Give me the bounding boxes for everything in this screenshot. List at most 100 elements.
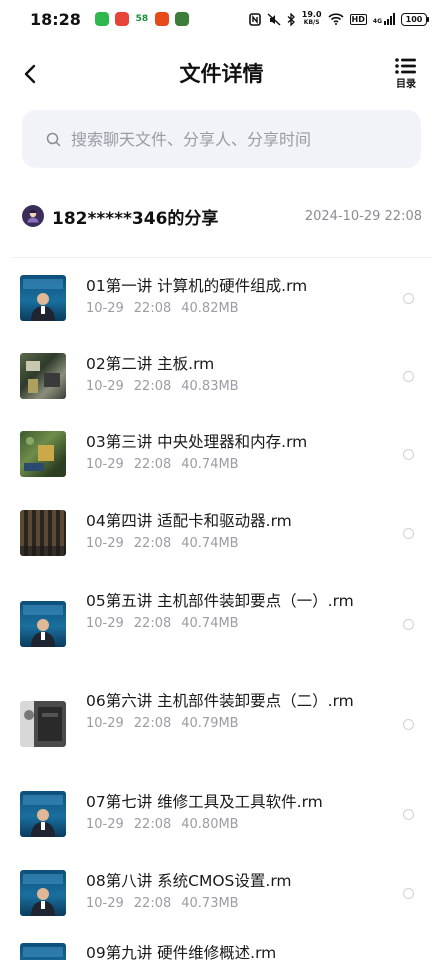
file-date: 10-29 <box>86 457 124 472</box>
avatar[interactable] <box>22 205 44 227</box>
table-of-contents-button[interactable]: 目录 <box>391 58 421 94</box>
file-thumbnail <box>20 870 66 916</box>
file-time: 22:08 <box>133 716 172 731</box>
file-time: 22:08 <box>133 301 172 316</box>
file-time: 22:08 <box>133 616 172 631</box>
select-radio[interactable] <box>403 809 414 820</box>
file-size: 40.74MB <box>181 616 239 631</box>
wechat-icon <box>94 12 109 26</box>
file-name: 06第六讲 主机部件装卸要点（二）.rm <box>86 692 354 710</box>
file-name: 02第二讲 主板.rm <box>86 355 215 373</box>
file-meta: 10-29 22:08 40.83MB <box>86 379 376 394</box>
network-speed: 19.0 KB/S <box>302 11 322 27</box>
file-text: 05第五讲 主机部件装卸要点（一）.rm 10-29 22:08 40.74MB <box>86 590 376 631</box>
file-thumbnail <box>20 601 66 647</box>
select-radio[interactable] <box>403 449 414 460</box>
select-radio[interactable] <box>403 888 414 899</box>
file-date: 10-29 <box>86 616 124 631</box>
file-thumbnail <box>20 943 66 960</box>
user-avatar-icon <box>27 209 39 223</box>
file-size: 40.73MB <box>181 896 239 911</box>
share-timestamp: 2024-10-29 22:08 <box>304 208 422 224</box>
wifi-icon <box>327 13 344 25</box>
file-meta: 10-29 22:08 40.73MB <box>86 896 376 911</box>
file-date: 10-29 <box>86 536 124 551</box>
file-item[interactable]: 02第二讲 主板.rm 10-29 22:08 40.83MB <box>0 340 443 418</box>
file-meta: 10-29 22:08 40.74MB <box>86 536 376 551</box>
chevron-left-icon <box>24 64 36 84</box>
file-time: 22:08 <box>133 457 172 472</box>
search-input[interactable] <box>71 129 391 149</box>
cellular-signal-icon: 4G <box>373 13 395 25</box>
page-title: 文件详情 <box>179 62 264 86</box>
file-thumbnail <box>20 431 66 477</box>
file-text: 01第一讲 计算机的硬件组成.rm 10-29 22:08 40.82MB <box>86 275 376 316</box>
game-app-icon <box>174 12 189 26</box>
file-date: 10-29 <box>86 716 124 731</box>
select-radio[interactable] <box>403 528 414 539</box>
file-date: 10-29 <box>86 817 124 832</box>
file-time: 22:08 <box>133 896 172 911</box>
nfc-icon <box>248 12 261 26</box>
file-date: 10-29 <box>86 379 124 394</box>
header: 文件详情 目录 <box>0 46 443 102</box>
file-text: 03第三讲 中央处理器和内存.rm 10-29 22:08 40.74MB <box>86 431 376 472</box>
list-icon <box>395 58 416 74</box>
sharer-name: 182*****346的分享 <box>52 208 219 229</box>
file-size: 40.83MB <box>181 379 239 394</box>
status-app-icons: 58 <box>94 12 189 26</box>
file-meta: 10-29 22:08 40.79MB <box>86 716 376 731</box>
cellular-type-label: 4G <box>372 18 382 25</box>
select-radio[interactable] <box>403 293 414 304</box>
file-list: 01第一讲 计算机的硬件组成.rm 10-29 22:08 40.82MB 02第二… <box>0 262 443 960</box>
file-meta: 10-29 22:08 40.80MB <box>86 817 376 832</box>
file-time: 22:08 <box>133 817 172 832</box>
status-bar: 18:28 58 19.0 KB/S HD 4G 100 <box>0 0 443 38</box>
file-item[interactable]: 04第四讲 适配卡和驱动器.rm 10-29 22:08 40.74MB <box>0 497 443 577</box>
file-name: 04第四讲 适配卡和驱动器.rm <box>86 512 292 530</box>
search-bar[interactable] <box>22 110 421 168</box>
status-time: 18:28 <box>30 9 81 29</box>
file-thumbnail <box>20 701 66 747</box>
file-time: 22:08 <box>133 379 172 394</box>
file-size: 40.82MB <box>181 301 239 316</box>
file-size: 40.74MB <box>181 457 239 472</box>
network-speed-value: 19.0 <box>301 10 322 19</box>
file-meta: 10-29 22:08 40.82MB <box>86 301 376 316</box>
file-size: 40.74MB <box>181 536 239 551</box>
app-58-icon: 58 <box>134 12 149 26</box>
file-name: 09第九讲 硬件维修概述.rm <box>86 944 277 960</box>
file-item[interactable]: 08第八讲 系统CMOS设置.rm 10-29 22:08 40.73MB <box>0 857 443 936</box>
file-size: 40.79MB <box>181 716 239 731</box>
file-item[interactable]: 07第七讲 维修工具及工具软件.rm 10-29 22:08 40.80MB <box>0 778 443 857</box>
search-icon <box>46 132 61 146</box>
select-radio[interactable] <box>403 371 414 382</box>
file-item[interactable]: 05第五讲 主机部件装卸要点（一）.rm 10-29 22:08 40.74MB <box>0 577 443 677</box>
file-name: 01第一讲 计算机的硬件组成.rm <box>86 277 308 295</box>
news-app-icon <box>114 12 129 26</box>
file-item[interactable]: 03第三讲 中央处理器和内存.rm 10-29 22:08 40.74MB <box>0 418 443 497</box>
file-text: 09第九讲 硬件维修概述.rm <box>86 942 376 960</box>
network-speed-unit: KB/S <box>303 19 320 26</box>
file-name: 03第三讲 中央处理器和内存.rm <box>86 433 308 451</box>
file-name: 05第五讲 主机部件装卸要点（一）.rm <box>86 592 354 610</box>
file-meta: 10-29 22:08 40.74MB <box>86 616 376 631</box>
file-item[interactable]: 06第六讲 主机部件装卸要点（二）.rm 10-29 22:08 40.79MB <box>0 677 443 778</box>
battery-icon: 100 <box>401 12 429 26</box>
battery-level: 100 <box>401 12 427 26</box>
file-thumbnail <box>20 791 66 837</box>
file-item[interactable]: 01第一讲 计算机的硬件组成.rm 10-29 22:08 40.82MB <box>0 262 443 340</box>
file-text: 08第八讲 系统CMOS设置.rm 10-29 22:08 40.73MB <box>86 870 376 911</box>
file-thumbnail <box>20 510 66 556</box>
select-radio[interactable] <box>403 719 414 730</box>
select-radio[interactable] <box>403 619 414 630</box>
file-date: 10-29 <box>86 301 124 316</box>
mute-icon <box>267 12 281 26</box>
file-thumbnail <box>20 275 66 321</box>
divider <box>12 257 432 258</box>
back-button[interactable] <box>18 60 42 88</box>
share-header: 182*****346的分享 2024-10-29 22:08 <box>22 202 422 230</box>
file-date: 10-29 <box>86 896 124 911</box>
file-name: 08第八讲 系统CMOS设置.rm <box>86 872 292 890</box>
file-item[interactable]: 09第九讲 硬件维修概述.rm <box>0 936 443 960</box>
